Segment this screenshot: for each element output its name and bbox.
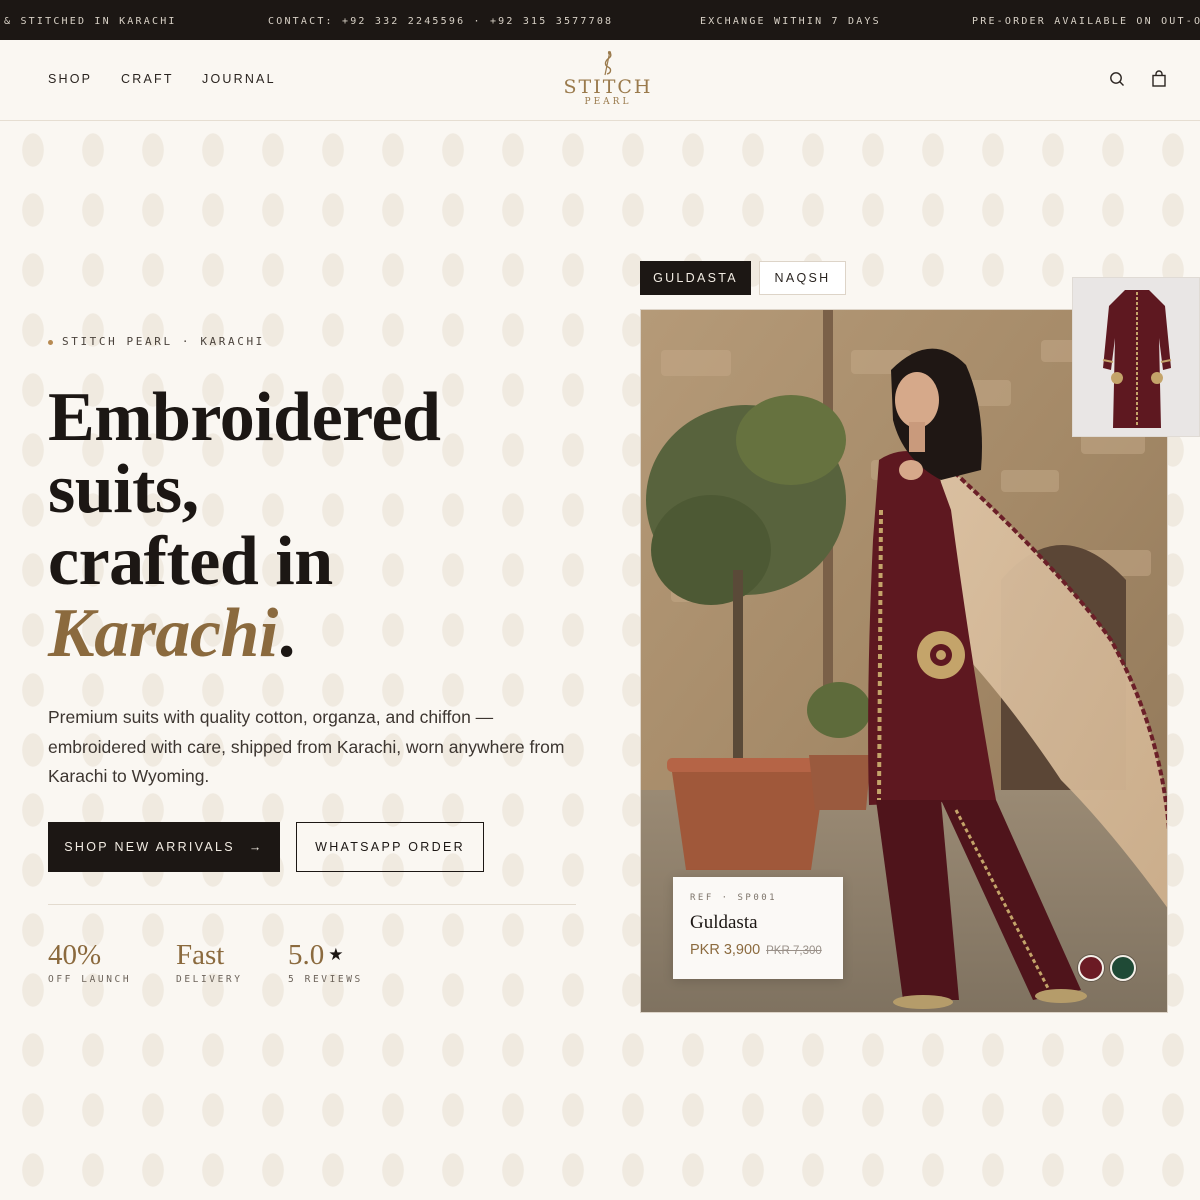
shopping-bag-icon[interactable] <box>1150 70 1168 88</box>
stat-value: Fast <box>176 939 225 971</box>
nav-craft[interactable]: CRAFT <box>121 72 174 86</box>
announcement-item: EXCHANGE WITHIN 7 DAYS <box>700 16 881 27</box>
search-icon[interactable] <box>1108 70 1126 88</box>
stat-discount: 40% OFF LAUNCH <box>48 938 131 985</box>
product-old-price: PKR 7,300 <box>766 945 822 957</box>
product-price-row: PKR 3,900 PKR 7,300 <box>690 942 826 958</box>
tab-naqsh[interactable]: NAQSH <box>759 261 846 295</box>
whatsapp-order-button[interactable]: WHATSAPP ORDER <box>296 822 484 872</box>
product-ref: REF · SP001 <box>690 893 778 903</box>
button-label: SHOP NEW ARRIVALS <box>64 840 235 854</box>
stat-label: DELIVERY <box>176 974 243 985</box>
headline-accent: Karachi <box>48 595 278 672</box>
stat-label: 5 REVIEWS <box>288 974 363 985</box>
logo-wordmark: STITCH <box>563 76 653 98</box>
kurta-thumbnail-image <box>1073 278 1199 436</box>
rating-value: 5.0 <box>288 939 325 971</box>
headline-line: crafted in <box>48 523 333 600</box>
divider <box>48 904 576 905</box>
color-swatch-green[interactable] <box>1110 955 1136 981</box>
hero-description: Premium suits with quality cotton, organ… <box>48 707 565 786</box>
nav-journal[interactable]: JOURNAL <box>202 72 276 86</box>
product-price: PKR 3,900 <box>690 942 761 958</box>
tab-guldasta[interactable]: GULDASTA <box>640 261 751 295</box>
stat-value: 5.0 ★ <box>288 938 363 972</box>
shop-new-arrivals-button[interactable]: SHOP NEW ARRIVALS → <box>48 822 280 872</box>
announcement-item: & STITCHED IN KARACHI <box>4 16 177 27</box>
headline-line: suits, <box>48 451 199 528</box>
eyebrow-dot <box>48 339 53 345</box>
site-header: SHOP CRAFT JOURNAL STITCH PEARL <box>0 40 1200 121</box>
headline-period: . <box>277 595 296 672</box>
announcement-item: CONTACT: +92 332 2245596 · +92 315 35777… <box>268 16 614 27</box>
hero-headline: Embroidered suits, crafted in Karachi. <box>48 382 608 670</box>
stat-value: 40% <box>48 939 102 971</box>
headline-line: Embroidered <box>48 379 441 456</box>
product-card[interactable]: REF · SP001 Guldasta PKR 3,900 PKR 7,300 <box>673 877 843 979</box>
star-icon: ★ <box>328 945 344 964</box>
stat-label: OFF LAUNCH <box>48 974 132 985</box>
brand-logo[interactable]: STITCH PEARL <box>560 50 656 114</box>
stat-rating: 5.0 ★ 5 REVIEWS <box>288 938 363 985</box>
eyebrow-text: STITCH PEARL · KARACHI <box>62 335 265 348</box>
announcement-bar: & STITCHED IN KARACHI CONTACT: +92 332 2… <box>0 0 1200 40</box>
needle-thread-icon <box>604 50 612 76</box>
nav-shop[interactable]: SHOP <box>48 72 92 86</box>
hero-eyebrow: STITCH PEARL · KARACHI <box>48 335 265 348</box>
stat-delivery: Fast DELIVERY <box>176 938 243 985</box>
color-swatch-maroon[interactable] <box>1078 955 1104 981</box>
product-thumbnail[interactable] <box>1072 277 1200 437</box>
announcement-item: PRE-ORDER AVAILABLE ON OUT-OF <box>972 16 1200 27</box>
product-name: Guldasta <box>690 912 758 933</box>
arrow-right-icon: → <box>248 840 264 854</box>
